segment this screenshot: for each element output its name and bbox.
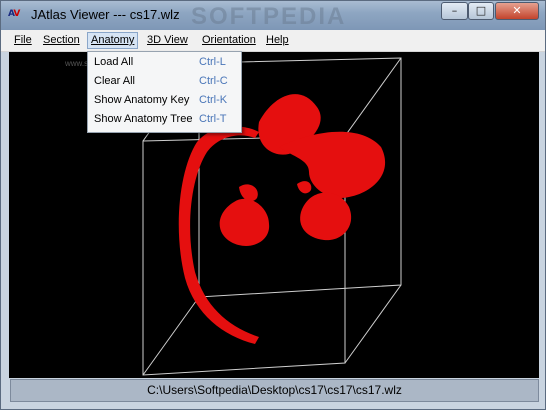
status-bar: C:\Users\Softpedia\Desktop\cs17\cs17\cs1… xyxy=(10,379,539,402)
menu-orientation[interactable]: Orientation xyxy=(199,33,259,48)
menu-item-label: Load All xyxy=(94,56,134,68)
menu-item-clear-all[interactable]: Clear All Ctrl-C xyxy=(88,72,241,91)
menu-anatomy[interactable]: Anatomy xyxy=(87,32,139,49)
anatomy-dropdown-menu: Load All Ctrl-L Clear All Ctrl-C Show An… xyxy=(87,51,242,133)
menu-item-label: Show Anatomy Key xyxy=(94,94,190,106)
menu-file[interactable]: File xyxy=(11,33,35,48)
menu-item-load-all[interactable]: Load All Ctrl-L xyxy=(88,53,241,72)
menu-bar: File Section Anatomy 3D View Orientation… xyxy=(1,30,545,52)
menu-item-shortcut: Ctrl-K xyxy=(199,94,228,106)
minimize-button[interactable]: – xyxy=(441,2,468,20)
close-button[interactable]: ✕ xyxy=(495,2,539,20)
menu-item-label: Clear All xyxy=(94,75,135,87)
menu-item-show-anatomy-key[interactable]: Show Anatomy Key Ctrl-K xyxy=(88,91,241,110)
menu-item-shortcut: Ctrl-C xyxy=(199,75,228,87)
menu-section[interactable]: Section xyxy=(40,33,83,48)
maximize-button[interactable]: □ xyxy=(468,2,494,20)
menu-3d-view[interactable]: 3D View xyxy=(144,33,191,48)
menu-help[interactable]: Help xyxy=(263,33,292,48)
title-bar[interactable]: AV JAtlas Viewer --- cs17.wlz SOFTPEDIA … xyxy=(1,1,545,30)
menu-item-show-anatomy-tree[interactable]: Show Anatomy Tree Ctrl-T xyxy=(88,110,241,129)
app-icon: AV xyxy=(8,9,20,19)
menu-item-label: Show Anatomy Tree xyxy=(94,113,193,125)
window-title: JAtlas Viewer --- cs17.wlz xyxy=(31,7,180,22)
menu-item-shortcut: Ctrl-L xyxy=(199,56,226,68)
menu-item-shortcut: Ctrl-T xyxy=(199,113,227,125)
softpedia-watermark: SOFTPEDIA xyxy=(191,3,347,30)
app-window: AV JAtlas Viewer --- cs17.wlz SOFTPEDIA … xyxy=(0,0,546,410)
